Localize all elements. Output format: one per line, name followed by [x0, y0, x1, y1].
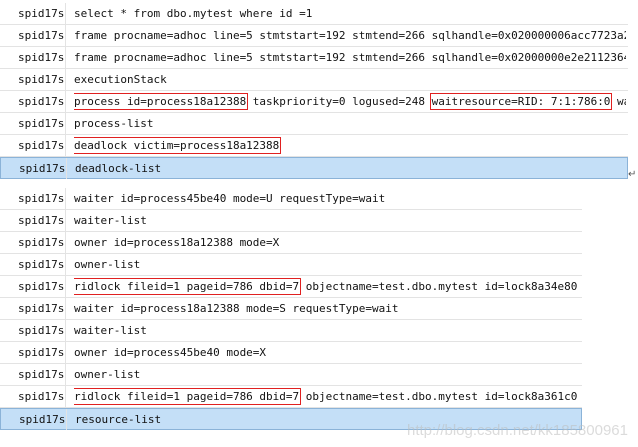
table-row[interactable]: spid17s ridlock fileid=1 pageid=786 dbid=…: [0, 276, 582, 298]
message-cell: frame procname=adhoc line=5 stmtstart=19…: [74, 47, 626, 68]
table-row[interactable]: spid17s process id=process18a12388 taskpr…: [0, 91, 628, 113]
table-row[interactable]: spid17s frame procname=adhoc line=5 stmts…: [0, 25, 628, 47]
spid-cell: spid17s: [0, 298, 66, 319]
highlighted-text: ridlock fileid=1 pageid=786 dbid=7: [74, 388, 302, 405]
message-cell: owner id=process18a12388 mode=X: [74, 232, 580, 253]
message-cell: deadlock victim=process18a12388: [74, 135, 626, 156]
spid-cell: spid17s: [0, 364, 66, 385]
return-arrow-icon: ↵: [628, 169, 637, 180]
message-text: waiter id=process45be40 mode=U requestTy…: [74, 192, 386, 205]
message-cell: deadlock-list: [75, 158, 627, 179]
message-text: frame procname=adhoc line=5 stmtstart=19…: [74, 51, 626, 64]
log-grid-top: spid17s select * from dbo.mytest where id…: [0, 3, 638, 181]
table-row[interactable]: spid17s executionStack: [0, 69, 628, 91]
spid-cell: spid17s: [0, 3, 66, 24]
spid-cell: spid17s: [0, 91, 66, 112]
divider: [0, 183, 638, 187]
message-cell: waiter id=process18a12388 mode=S request…: [74, 298, 580, 319]
spid-cell: spid17s: [0, 210, 66, 231]
message-cell: resource-list: [75, 409, 581, 430]
table-row[interactable]: spid17s owner-list: [0, 254, 582, 276]
message-text: objectname=test.dbo.mytest id=lock8a361c…: [299, 390, 580, 403]
table-row[interactable]: spid17s resource-list: [0, 408, 582, 430]
table-row[interactable]: spid17s deadlock victim=process18a12388: [0, 135, 628, 157]
log-grid-bottom: spid17s waiter id=process45be40 mode=U re…: [0, 188, 582, 447]
highlighted-text: process id=process18a12388: [74, 93, 249, 110]
spid-cell: spid17s: [0, 188, 66, 209]
message-text: waiter-list: [74, 214, 147, 227]
highlighted-text: waitresource=RID: 7:1:786:0: [429, 93, 613, 110]
message-cell: ridlock fileid=1 pageid=786 dbid=7 objec…: [74, 386, 580, 407]
spid-cell: spid17s: [0, 342, 66, 363]
message-cell: ridlock fileid=1 pageid=786 dbid=7 objec…: [74, 276, 580, 297]
message-text: waiter-list: [74, 324, 147, 337]
highlighted-text: deadlock victim=process18a12388: [74, 137, 282, 154]
table-row[interactable]: spid17s owner id=process45be40 mode=X: [0, 342, 582, 364]
spid-cell: spid17s: [0, 386, 66, 407]
message-text: select * from dbo.mytest where id =1: [74, 7, 313, 20]
table-row[interactable]: spid17s waiter id=process45be40 mode=U re…: [0, 188, 582, 210]
table-row[interactable]: spid17s frame procname=adhoc line=5 stmts…: [0, 47, 628, 69]
spid-cell: spid17s: [0, 113, 66, 134]
spid-cell: spid17s: [1, 409, 67, 430]
message-cell: waiter-list: [74, 320, 580, 341]
message-text: owner id=process45be40 mode=X: [74, 346, 267, 359]
spid-cell: spid17s: [0, 320, 66, 341]
table-row[interactable]: spid17s select * from dbo.mytest where id…: [0, 3, 628, 25]
message-text: executionStack: [74, 73, 167, 86]
message-cell: process-list: [74, 113, 626, 134]
message-text: process-list: [74, 117, 154, 130]
message-cell: waiter-list: [74, 210, 580, 231]
message-cell: owner id=process45be40 mode=X: [74, 342, 580, 363]
table-row[interactable]: spid17s deadlock-list: [0, 157, 628, 179]
message-cell: frame procname=adhoc line=5 stmtstart=19…: [74, 25, 626, 46]
spid-cell: spid17s: [0, 25, 66, 46]
table-row[interactable]: spid17s owner-list: [0, 364, 582, 386]
message-text: owner id=process18a12388 mode=X: [74, 236, 280, 249]
message-cell: select * from dbo.mytest where id =1: [74, 3, 626, 24]
message-text: owner-list: [74, 258, 141, 271]
spid-cell: spid17s: [0, 254, 66, 275]
spid-cell: spid17s: [0, 47, 66, 68]
table-row[interactable]: spid17s waiter-list: [0, 210, 582, 232]
message-cell: waiter id=process45be40 mode=U requestTy…: [74, 188, 580, 209]
table-row[interactable]: spid17s process-list: [0, 113, 628, 135]
spid-cell: spid17s: [0, 69, 66, 90]
spid-cell: spid17s: [0, 232, 66, 253]
message-cell: executionStack: [74, 69, 626, 90]
message-text: taskpriority=0 logused=248: [246, 95, 432, 108]
spid-cell: spid17s: [0, 276, 66, 297]
message-cell: owner-list: [74, 254, 580, 275]
table-row[interactable]: spid17s waiter-list: [0, 320, 582, 342]
table-row[interactable]: spid17s ridlock fileid=1 pageid=786 dbid=…: [0, 386, 582, 408]
message-text: frame procname=adhoc line=5 stmtstart=19…: [74, 29, 626, 42]
message-text: deadlock-list: [75, 162, 162, 175]
message-text: owner-list: [74, 368, 141, 381]
spid-cell: spid17s: [1, 158, 67, 179]
highlighted-text: ridlock fileid=1 pageid=786 dbid=7: [74, 278, 302, 295]
message-text: resource-list: [75, 413, 162, 426]
message-text: waiter id=process18a12388 mode=S request…: [74, 302, 399, 315]
message-cell: process id=process18a12388 taskpriority=…: [74, 91, 626, 112]
table-row[interactable]: spid17s owner id=process18a12388 mode=X: [0, 232, 582, 254]
message-text: objectname=test.dbo.mytest id=lock8a34e8…: [299, 280, 580, 293]
message-cell: owner-list: [74, 364, 580, 385]
table-row[interactable]: spid17s waiter id=process18a12388 mode=S …: [0, 298, 582, 320]
spid-cell: spid17s: [0, 135, 66, 156]
message-text: waittime=: [617, 95, 626, 108]
